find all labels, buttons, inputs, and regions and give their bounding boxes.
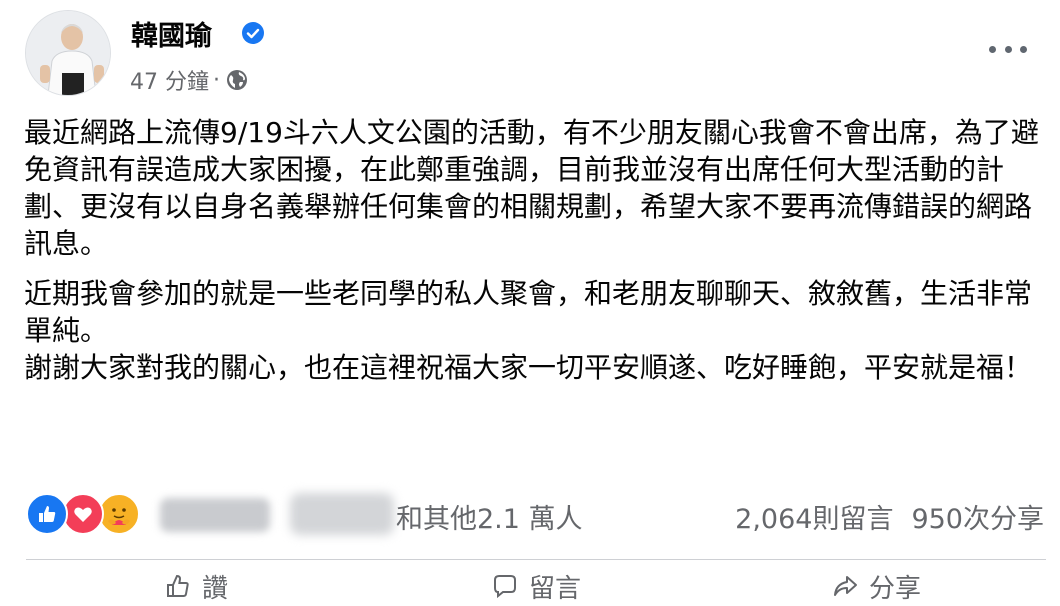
comment-button[interactable]: 留言 [366,566,706,606]
share-button[interactable]: 分享 [706,566,1046,606]
love-icon [62,493,104,535]
divider [26,559,1046,560]
reaction-count[interactable]: 和其他2.1 萬人 [396,497,583,536]
comment-count[interactable]: 2,064則留言 [735,497,893,536]
share-count[interactable]: 950次分享 [911,497,1044,536]
more-dot-icon [989,45,996,53]
like-button[interactable]: 讚 [26,566,366,606]
more-dot-icon [1004,45,1012,53]
like-button-label: 讚 [201,573,228,604]
post-text: 最近網路上流傳9/19斗六人文公園的活動，有不少朋友關心我會不會出席，為了避免資… [24,114,1039,399]
post-meta: 47 分鐘 · [130,64,248,96]
avatar[interactable] [25,10,111,96]
author-name[interactable]: 韓國瑜 [131,14,212,53]
comment-button-label: 留言 [528,573,581,604]
post-timestamp[interactable]: 47 分鐘 [130,64,209,96]
globe-icon [227,70,247,90]
blurred-name [290,493,394,535]
blurred-name [160,498,270,532]
share-button-label: 分享 [868,573,921,604]
post-paragraph: 近期我會參加的就是一些老同學的私人聚會，和老朋友聊聊天、敘敘舊，生活非常單純。 … [24,277,1033,384]
action-bar: 讚 留言 分享 [26,566,1046,606]
meta-separator: · [213,67,220,93]
more-options-button[interactable] [989,38,1027,60]
care-icon [98,493,140,535]
verified-badge-icon [242,22,264,44]
like-icon [26,493,68,535]
avatar-photo [26,11,110,95]
reaction-icons[interactable] [26,493,140,535]
post-stats: 2,064則留言 950次分享 [735,497,1044,536]
post-paragraph: 最近網路上流傳9/19斗六人文公園的活動，有不少朋友關心我會不會出席，為了避免資… [24,116,1039,260]
more-dot-icon [1020,45,1027,53]
